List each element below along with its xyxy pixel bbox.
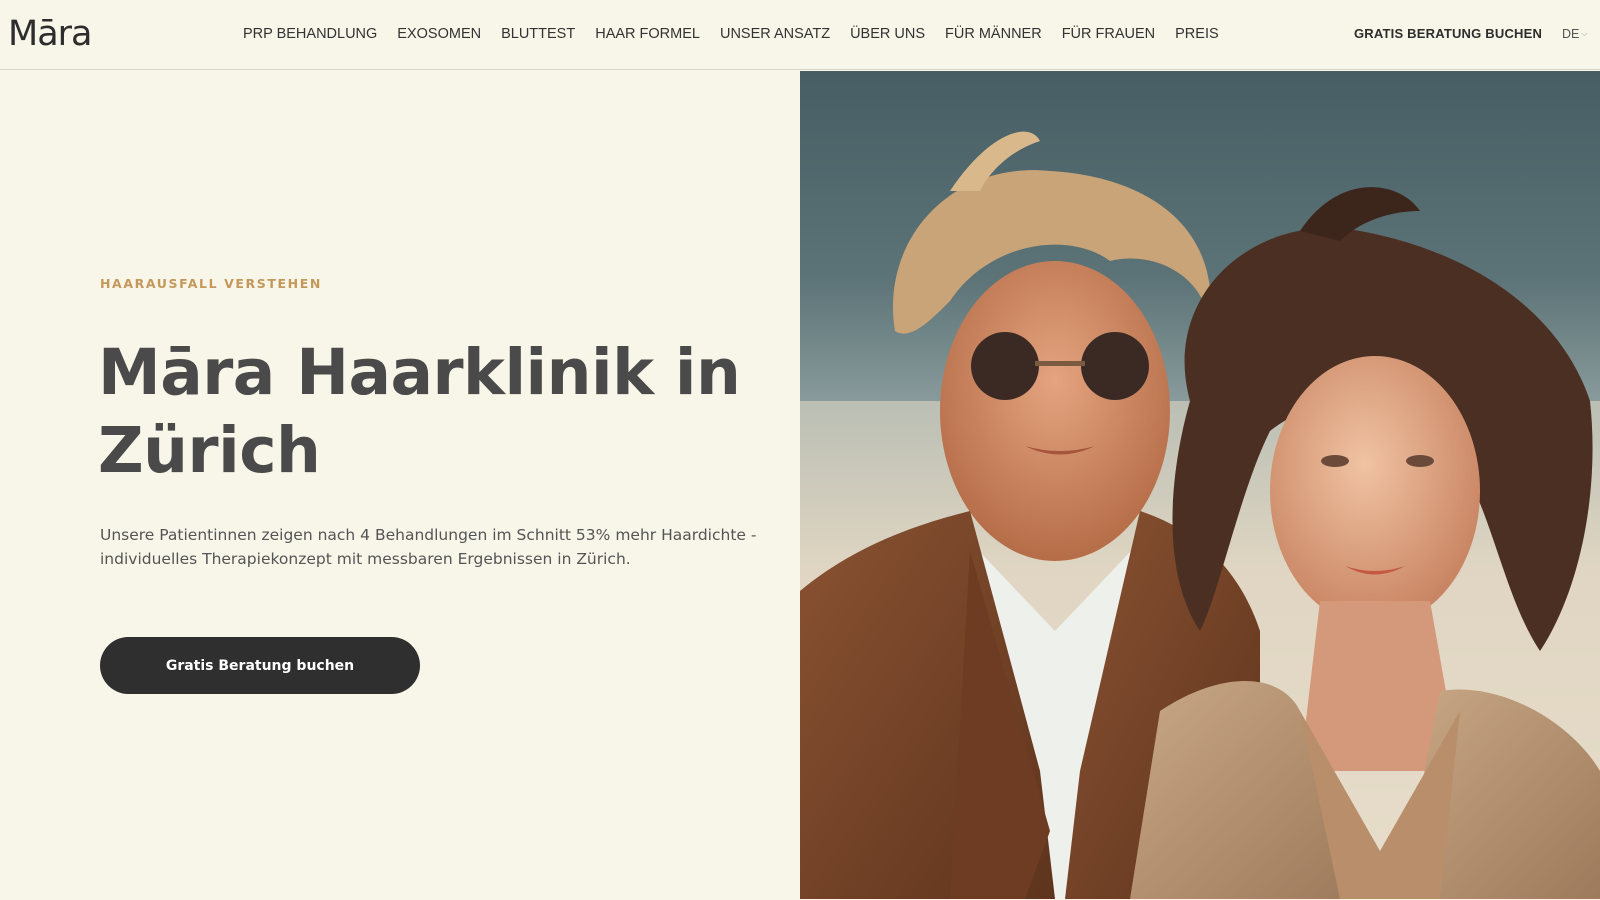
nav-item-haar-formel[interactable]: HAAR FORMEL	[585, 24, 710, 44]
nav-item-fuer-maenner[interactable]: FÜR MÄNNER	[935, 24, 1052, 44]
hero-title-line2: Zürich	[98, 414, 321, 487]
chevron-down-icon: ⌵	[1581, 29, 1588, 38]
hero-title-line1: Māra Haarklinik in	[98, 336, 741, 409]
language-label: DE	[1562, 27, 1580, 41]
hero-title: Māra Haarklinik in Zürich	[98, 334, 788, 490]
nav-item-unser-ansatz[interactable]: UNSER ANSATZ	[710, 24, 840, 44]
hero-subtitle: Unsere Patientinnen zeigen nach 4 Behand…	[100, 526, 757, 568]
language-selector[interactable]: DE ⌵	[1562, 24, 1587, 44]
nav-item-exosomen[interactable]: EXOSOMEN	[387, 24, 491, 44]
nav-item-bluttest[interactable]: BLUTTEST	[491, 24, 585, 44]
nav-item-fuer-frauen[interactable]: FÜR FRAUEN	[1052, 24, 1165, 44]
hero-section: HAARAUSFALL VERSTEHEN Māra Haarklinik in…	[0, 71, 800, 900]
hero-photo	[800, 71, 1600, 899]
site-header: Māra PRP BEHANDLUNG EXOSOMEN BLUTTEST HA…	[0, 0, 1600, 70]
brand-logo[interactable]: Māra	[8, 14, 92, 54]
hero-photo-illustration	[800, 131, 1600, 899]
header-book-consultation-button[interactable]: GRATIS BERATUNG BUCHEN	[1354, 24, 1542, 44]
nav-item-prp-behandlung[interactable]: PRP BEHANDLUNG	[233, 24, 387, 44]
hero-eyebrow: HAARAUSFALL VERSTEHEN	[100, 276, 322, 291]
nav-item-ueber-uns[interactable]: ÜBER UNS	[840, 24, 935, 44]
hero-book-consultation-button[interactable]: Gratis Beratung buchen	[100, 637, 420, 694]
main-nav: PRP BEHANDLUNG EXOSOMEN BLUTTEST HAAR FO…	[233, 24, 1229, 44]
nav-item-preis[interactable]: PREIS	[1165, 24, 1229, 44]
